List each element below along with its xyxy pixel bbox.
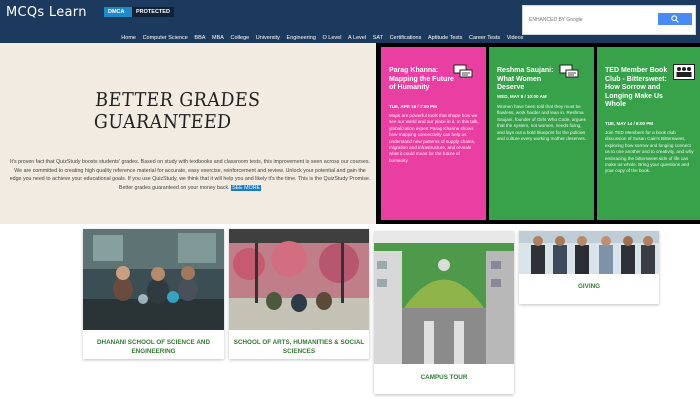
event-date: TUE, APR 16 / 7:00 PM <box>389 104 437 109</box>
card-label: SCHOOL OF ARTS, HUMANITIES & SOCIAL SCIE… <box>233 339 365 355</box>
hero-body: It's proven fact that QuizStudy boosts s… <box>9 159 371 191</box>
event-title: Parag Khanna: Mapping the Future of Huma… <box>389 67 454 91</box>
search-icon <box>671 15 679 23</box>
campus-tour-card[interactable]: CAMPUS TOUR <box>374 231 514 394</box>
nav-computer-science[interactable]: Computer Science <box>139 33 191 43</box>
protected-badge[interactable]: PROTECTED <box>132 7 174 17</box>
nav-home[interactable]: Home <box>118 33 139 43</box>
main-nav: Home Computer Science BBA MBA College Un… <box>118 33 527 43</box>
dmca-badge[interactable]: DMCA <box>104 7 132 17</box>
nav-engineering[interactable]: Engineering <box>283 33 319 43</box>
site-header: MCQs Learn DMCA PROTECTED Home Computer … <box>0 0 700 43</box>
hero-banner: BETTER GRADES GUARANTEED It's proven fac… <box>0 43 376 224</box>
event-description: Maps are powerful tools that shape how w… <box>389 113 479 163</box>
nav-a-level[interactable]: A Level <box>345 33 370 43</box>
event-date: WED, MAY 8 / 10:00 AM <box>497 94 547 99</box>
hero-text: It's proven fact that QuizStudy boosts s… <box>8 158 372 192</box>
nav-certifications[interactable]: Certifications <box>386 33 424 43</box>
school-card-arts[interactable]: SCHOOL OF ARTS, HUMANITIES & SOCIAL SCIE… <box>229 229 369 359</box>
nav-o-level[interactable]: O Level <box>319 33 345 43</box>
event-card[interactable]: Parag Khanna: Mapping the Future of Huma… <box>381 47 486 220</box>
search-button[interactable] <box>658 13 692 25</box>
event-card[interactable]: TED Member Book Club - Bittersweet: How … <box>597 47 700 220</box>
giving-photo <box>519 231 659 274</box>
nav-university[interactable]: University <box>252 33 283 43</box>
chat-bubble-icon <box>453 64 473 78</box>
event-date: TUE, MAY 14 / 6:00 PM <box>605 121 654 126</box>
event-title: Reshma Saujani: What Women Deserve <box>497 67 554 91</box>
event-description: Join TED Members for a book club discuss… <box>605 130 694 174</box>
search-input[interactable] <box>529 14 647 25</box>
giving-card[interactable]: GIVING <box>519 231 659 304</box>
lab-photo <box>83 229 224 330</box>
nav-mba[interactable]: MBA <box>209 33 228 43</box>
nav-aptitude-tests[interactable]: Aptitude Tests <box>425 33 466 43</box>
hero-link[interactable]: SEE MORE <box>231 184 262 191</box>
pavilion-photo <box>229 229 369 330</box>
site-logo[interactable]: MCQs Learn <box>6 5 87 20</box>
event-card[interactable]: Reshma Saujani: What Women Deserve WED, … <box>489 47 594 220</box>
campus-photo <box>374 231 514 364</box>
nav-videos[interactable]: Videos <box>503 33 526 43</box>
nav-bba[interactable]: BBA <box>191 33 209 43</box>
card-label: CAMPUS TOUR <box>420 374 468 381</box>
hero-title: BETTER GRADES GUARANTEED <box>93 89 262 133</box>
event-description: Women have been told that they must be f… <box>497 104 587 142</box>
card-label: DHANANI SCHOOL OF SCIENCE AND ENGINEERIN… <box>97 339 210 355</box>
card-label: GIVING <box>577 283 601 290</box>
school-card-science[interactable]: DHANANI SCHOOL OF SCIENCE AND ENGINEERIN… <box>83 229 224 359</box>
nav-sat[interactable]: SAT <box>369 33 386 43</box>
search-box <box>522 5 696 35</box>
event-title: TED Member Book Club - Bittersweet: How … <box>605 67 668 108</box>
group-icon <box>673 64 695 80</box>
nav-college[interactable]: College <box>227 33 252 43</box>
nav-career-tests[interactable]: Career Tests <box>466 33 504 43</box>
chat-bubble-icon <box>559 64 579 78</box>
events-panel: Parag Khanna: Mapping the Future of Huma… <box>376 43 700 224</box>
